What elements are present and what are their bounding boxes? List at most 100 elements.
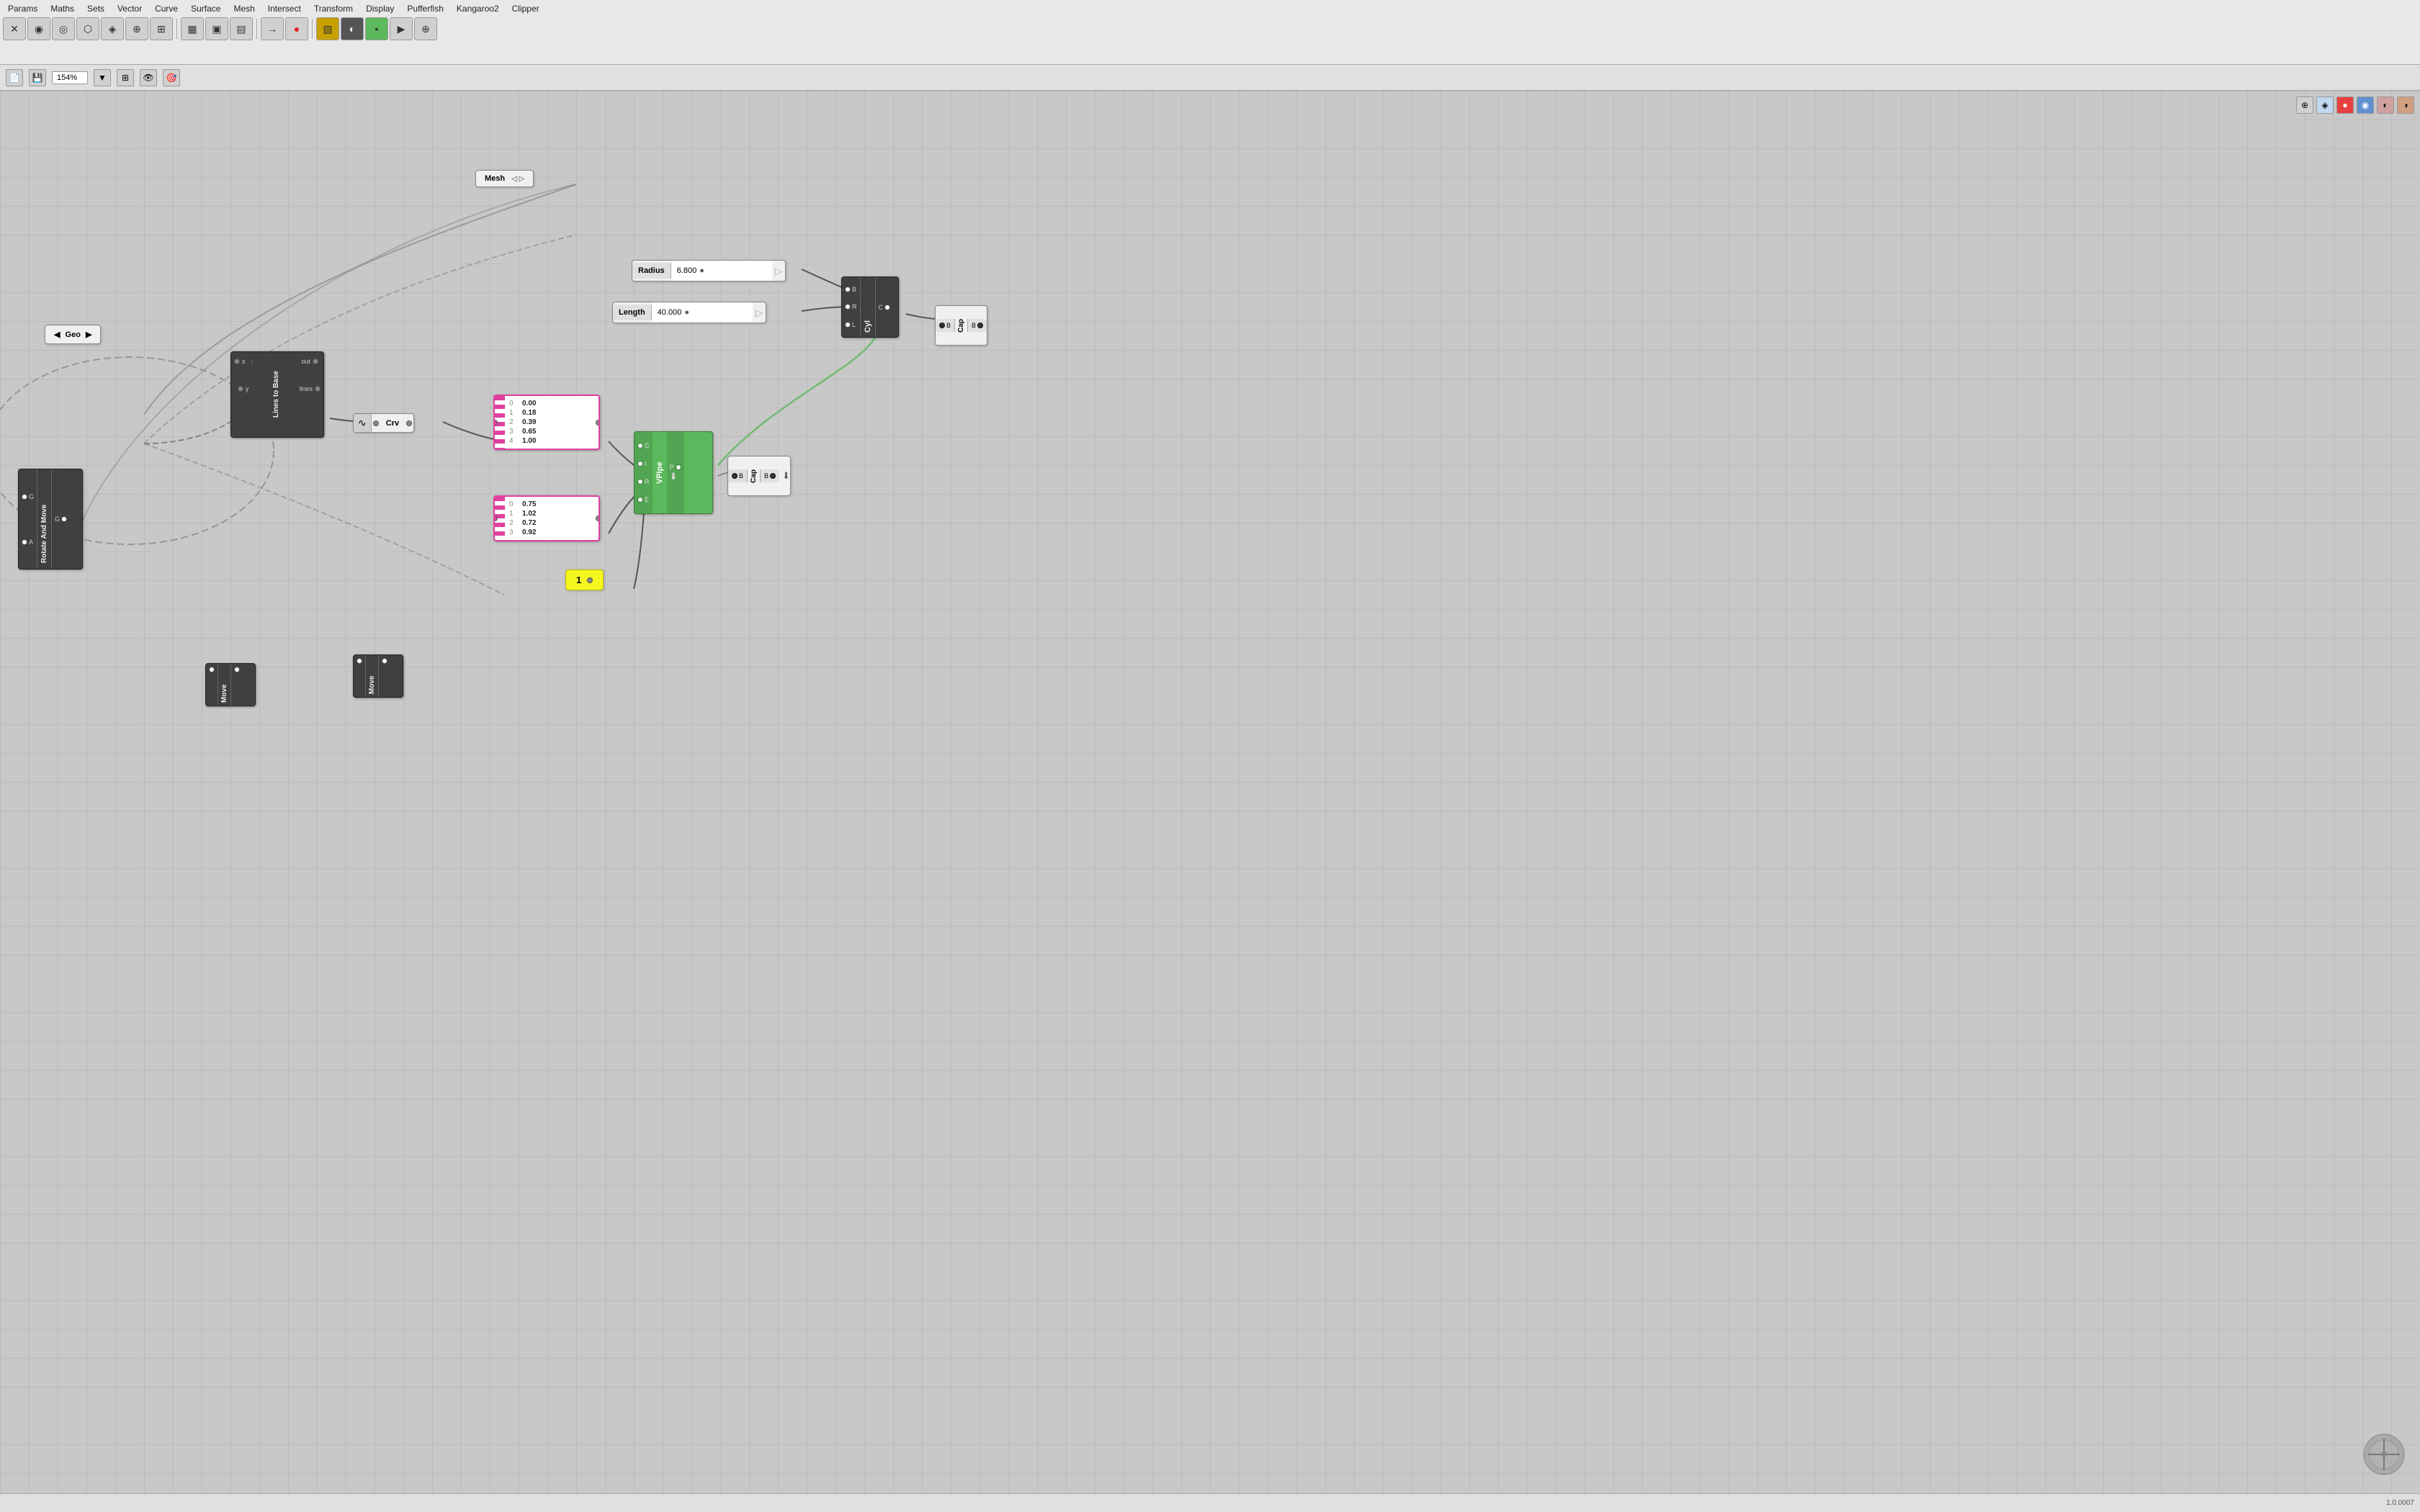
crv-node[interactable]: ∿ Crv bbox=[353, 413, 414, 433]
crv-port-in[interactable] bbox=[373, 420, 379, 426]
save-button[interactable]: 💾 bbox=[29, 69, 46, 86]
tool-icon-5[interactable]: ⊕ bbox=[125, 17, 148, 40]
cap-label: Cap bbox=[748, 467, 760, 486]
nav-compass[interactable] bbox=[2362, 1433, 2406, 1476]
canvas-btn-6[interactable]: ◑ bbox=[2397, 96, 2414, 114]
number-value: 1 bbox=[576, 575, 581, 585]
vpipe-port-t[interactable] bbox=[637, 461, 643, 467]
data-row-2: 20.39 bbox=[509, 418, 594, 427]
output-port-lines[interactable] bbox=[315, 386, 321, 392]
canvas-area[interactable]: Mesh ◁ ▷ ◀ Geo ▶ Radius 6.800 ● ▷ Length… bbox=[0, 91, 2420, 1512]
cap2-node[interactable]: B Cap B bbox=[935, 305, 987, 346]
menu-surface[interactable]: Surface bbox=[189, 3, 223, 14]
length-slider[interactable]: Length 40.000 ● ▷ bbox=[612, 302, 766, 323]
vpipe-port-r[interactable] bbox=[637, 479, 643, 485]
menu-sets[interactable]: Sets bbox=[85, 3, 107, 14]
output-port-out[interactable] bbox=[313, 359, 318, 364]
number-node[interactable]: 1 bbox=[565, 570, 604, 590]
cyl-port-r[interactable] bbox=[845, 304, 851, 310]
tool-icon-util[interactable]: ▶ bbox=[390, 17, 413, 40]
cap-port-b[interactable] bbox=[732, 473, 738, 479]
canvas-btn-5[interactable]: ◐ bbox=[2377, 96, 2394, 114]
tool-icon-plus[interactable]: ⊕ bbox=[414, 17, 437, 40]
radius-slider[interactable]: Radius 6.800 ● ▷ bbox=[632, 260, 786, 282]
lines-to-base-node[interactable]: x ↓ y Lines to Base out lines bbox=[230, 351, 324, 438]
tool-icon-6[interactable]: ⊞ bbox=[150, 17, 173, 40]
move1-node[interactable]: Move bbox=[205, 663, 256, 706]
preview-button[interactable]: 👁 bbox=[140, 69, 157, 86]
input-port-y[interactable] bbox=[238, 386, 243, 392]
data-upper-port-out[interactable] bbox=[596, 420, 600, 426]
tool-geo-icon[interactable]: ▦ bbox=[181, 17, 204, 40]
move2-port-out[interactable] bbox=[382, 658, 387, 664]
rm-port-g1[interactable] bbox=[22, 494, 27, 500]
canvas-btn-4[interactable]: ◉ bbox=[2357, 96, 2374, 114]
menu-vector[interactable]: Vector bbox=[115, 3, 144, 14]
menu-maths[interactable]: Maths bbox=[48, 3, 76, 14]
vpipe-port-c[interactable] bbox=[637, 443, 643, 449]
menu-clipper[interactable]: Clipper bbox=[510, 3, 542, 14]
data-upper-node[interactable]: 00.00 10.18 20.39 30.65 41.00 bbox=[493, 395, 600, 450]
rm-port-g-out[interactable] bbox=[61, 516, 67, 522]
tool-input-icon[interactable]: ▤ bbox=[230, 17, 253, 40]
vpipe-port-e[interactable] bbox=[637, 497, 643, 503]
fit-button[interactable]: ⊞ bbox=[117, 69, 134, 86]
menu-curve[interactable]: Curve bbox=[153, 3, 180, 14]
tool-icon-3[interactable]: ⬡ bbox=[76, 17, 99, 40]
new-button[interactable]: 📄 bbox=[6, 69, 23, 86]
cyl-port-l[interactable] bbox=[845, 322, 851, 328]
tool-red-icon[interactable]: ● bbox=[285, 17, 308, 40]
tool-icon-4[interactable]: ◈ bbox=[101, 17, 124, 40]
geo-node[interactable]: ◀ Geo ▶ bbox=[45, 325, 101, 344]
length-track[interactable]: 40.000 ● bbox=[652, 302, 753, 323]
canvas-btn-1[interactable]: ⊕ bbox=[2296, 96, 2313, 114]
move2-node[interactable]: Move bbox=[353, 654, 403, 698]
arrow-right-icon[interactable]: → bbox=[261, 17, 284, 40]
zoom-display[interactable]: 154% bbox=[52, 71, 88, 84]
input-port-x[interactable] bbox=[234, 359, 240, 364]
cap2-port-b-left: B bbox=[936, 319, 955, 332]
data-lower-row-3: 30.92 bbox=[509, 528, 594, 537]
tool-yellow-icon[interactable]: ▧ bbox=[316, 17, 339, 40]
data-lower-node[interactable]: 00.75 11.02 20.72 30.92 bbox=[493, 495, 600, 541]
tool-icon-1[interactable]: ◉ bbox=[27, 17, 50, 40]
cyl-port-c-out[interactable] bbox=[884, 305, 890, 310]
tool-icon-2[interactable]: ◎ bbox=[52, 17, 75, 40]
close-icon[interactable]: ✕ bbox=[3, 17, 26, 40]
menu-transform[interactable]: Transform bbox=[312, 3, 355, 14]
menu-intersect[interactable]: Intersect bbox=[266, 3, 303, 14]
tool-dark-icon[interactable]: ◐ bbox=[341, 17, 364, 40]
tool-green-icon[interactable]: ▪ bbox=[365, 17, 388, 40]
canvas-btn-3[interactable]: ● bbox=[2336, 96, 2354, 114]
number-port-out[interactable] bbox=[587, 577, 593, 583]
move2-port-g[interactable] bbox=[357, 658, 362, 664]
rm-port-a[interactable] bbox=[22, 539, 27, 545]
crv-port-out[interactable] bbox=[406, 420, 412, 426]
canvas-btn-2[interactable]: ◈ bbox=[2316, 96, 2334, 114]
move1-port-out[interactable] bbox=[234, 667, 240, 672]
cyl-port-b[interactable] bbox=[845, 287, 851, 292]
data-upper-content: 00.00 10.18 20.39 30.65 41.00 bbox=[505, 396, 599, 449]
vpipe-right-ports: P ⬇ bbox=[667, 432, 684, 513]
menu-kangaroo2[interactable]: Kangaroo2 bbox=[454, 3, 501, 14]
mesh-node[interactable]: Mesh ◁ ▷ bbox=[475, 170, 534, 187]
rotate-move-node[interactable]: G A Rotate And Move G bbox=[18, 469, 83, 570]
vpipe-port-p-out[interactable] bbox=[676, 464, 681, 470]
vpipe-node[interactable]: C t R E VPipe P ⬇ bbox=[634, 431, 713, 514]
cap-out-b[interactable] bbox=[770, 473, 776, 479]
menu-params[interactable]: Params bbox=[6, 3, 40, 14]
move1-port-g[interactable] bbox=[209, 667, 215, 672]
mesh-label: Mesh bbox=[485, 174, 505, 183]
cyl-node[interactable]: B R L Cyl C bbox=[841, 276, 899, 338]
menu-pufferfish[interactable]: Pufferfish bbox=[405, 3, 445, 14]
menu-display[interactable]: Display bbox=[364, 3, 396, 14]
bake-button[interactable]: 🎯 bbox=[163, 69, 180, 86]
radius-track[interactable]: 6.800 ● bbox=[671, 261, 772, 281]
data-lower-port-out[interactable] bbox=[596, 516, 600, 521]
cap2-port-b[interactable] bbox=[939, 323, 945, 328]
cap2-out-b[interactable] bbox=[977, 323, 983, 328]
zoom-dropdown[interactable]: ▼ bbox=[94, 69, 111, 86]
tool-prim-icon[interactable]: ▣ bbox=[205, 17, 228, 40]
menu-mesh[interactable]: Mesh bbox=[231, 3, 256, 14]
cap-node[interactable]: B Cap B ⬇ bbox=[727, 456, 791, 496]
